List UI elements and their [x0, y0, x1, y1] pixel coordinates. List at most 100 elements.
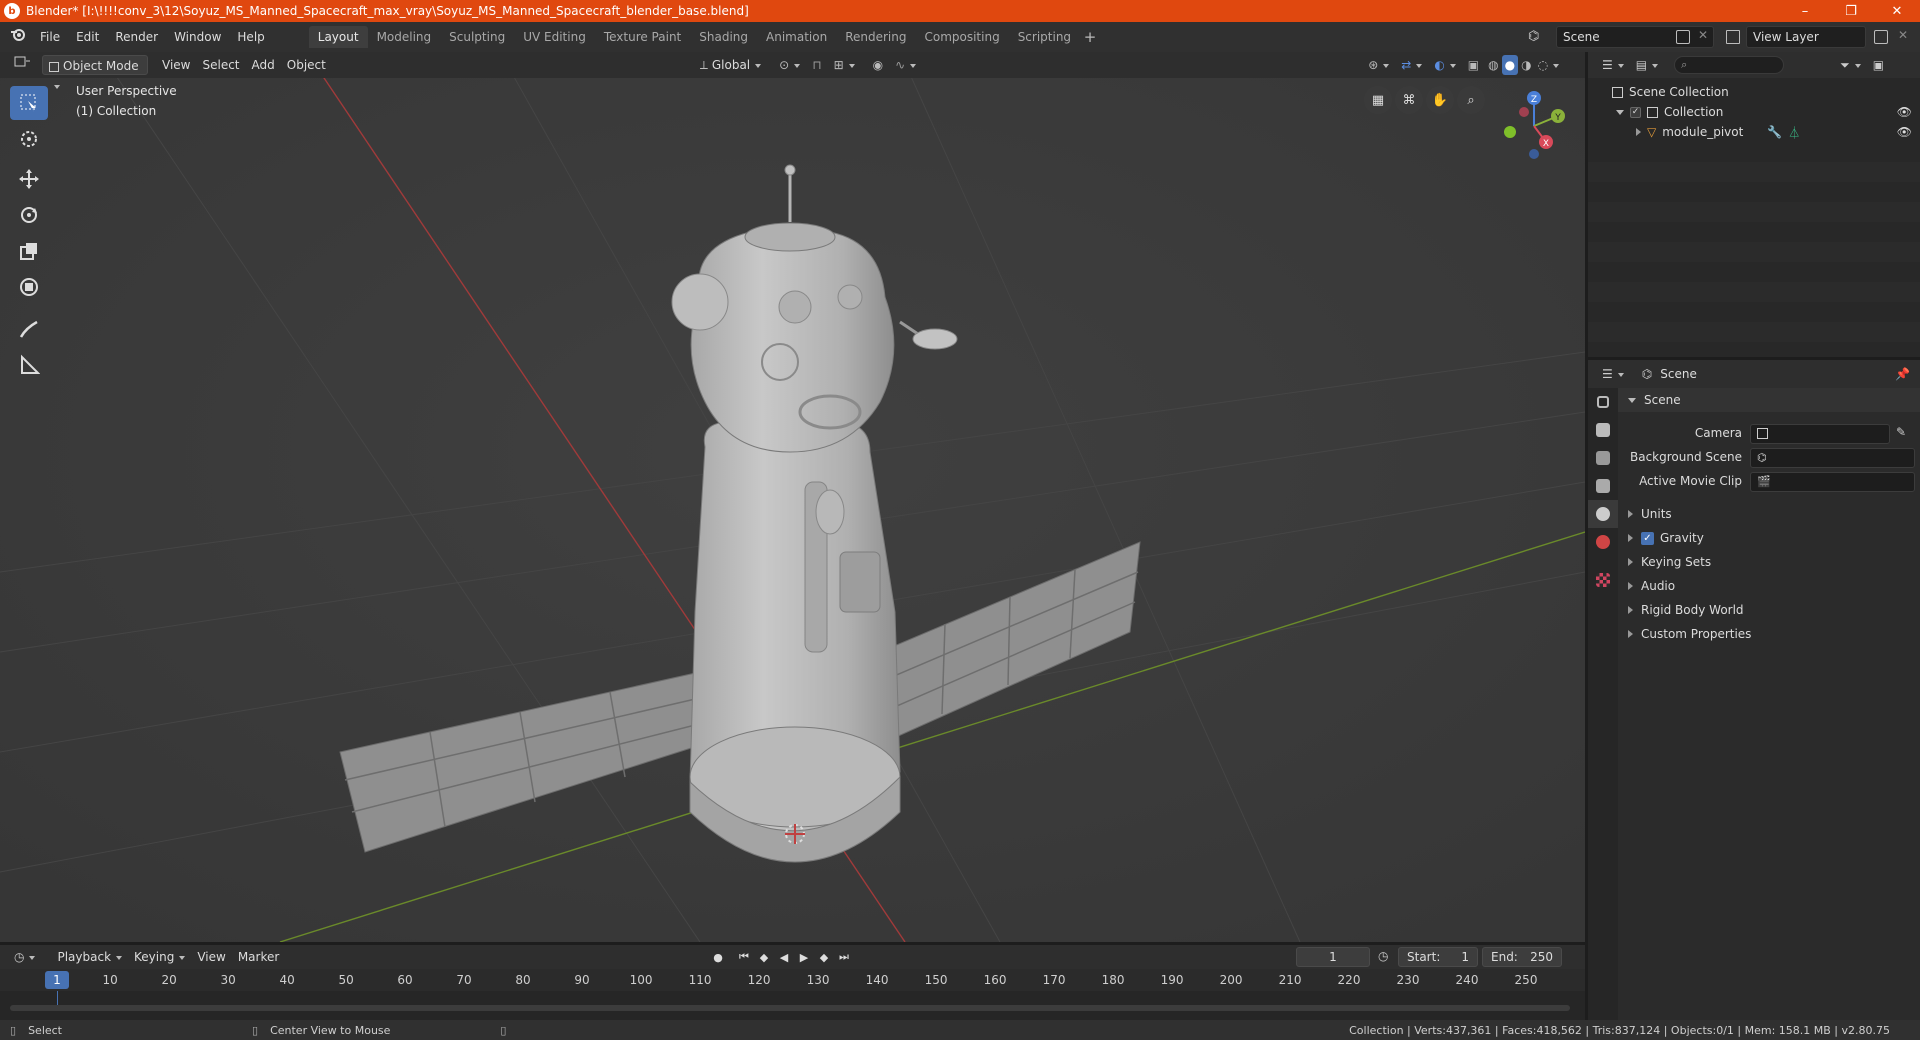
- outliner-row-scene-collection[interactable]: Scene Collection: [1588, 82, 1920, 102]
- orientation-dropdown[interactable]: ⟂ Global: [694, 55, 767, 75]
- menu-window[interactable]: Window: [166, 26, 229, 48]
- timeline-body[interactable]: [0, 991, 1585, 1020]
- tab-render[interactable]: [1588, 416, 1618, 444]
- pin-icon[interactable]: 📌: [1895, 367, 1910, 381]
- custom-properties-section[interactable]: Custom Properties: [1618, 622, 1920, 646]
- collection-visibility-icon[interactable]: 👁: [1897, 105, 1912, 119]
- transform-tool[interactable]: [10, 270, 48, 304]
- tab-compositing[interactable]: Compositing: [915, 26, 1008, 48]
- menu-render[interactable]: Render: [107, 26, 166, 48]
- frame-ruler[interactable]: 1 10 20 30 40 50 60 70 80 90 100 110 120 130 140 150 16…: [0, 969, 1585, 991]
- outliner-search-field[interactable]: ⌕: [1674, 56, 1785, 74]
- blender-menu-icon[interactable]: [0, 26, 32, 48]
- add-workspace-button[interactable]: +: [1080, 28, 1100, 46]
- menu-file[interactable]: File: [32, 26, 68, 48]
- annotate-tool[interactable]: [10, 312, 48, 346]
- object-data-icon[interactable]: ⏃: [1788, 124, 1800, 141]
- tab-texture[interactable]: [1588, 566, 1618, 594]
- snap-icon[interactable]: ⊓: [806, 55, 827, 75]
- snap-target-icon[interactable]: ⊞: [828, 55, 861, 75]
- 3d-viewport[interactable]: Object Mode View Select Add Object ⟂ Glob…: [0, 52, 1585, 942]
- rigid-body-world-section[interactable]: Rigid Body World: [1618, 598, 1920, 622]
- delete-scene-icon[interactable]: ✕: [1698, 28, 1708, 42]
- eyedropper-icon[interactable]: ✎: [1896, 425, 1906, 439]
- menu-add[interactable]: Add: [246, 55, 281, 75]
- scene-section-header[interactable]: Scene: [1618, 388, 1920, 412]
- collection-exclude-checkbox[interactable]: ✓: [1630, 106, 1641, 118]
- menu-help[interactable]: Help: [229, 26, 272, 48]
- tab-shading[interactable]: Shading: [690, 26, 757, 48]
- pivot-point-icon[interactable]: ⊙: [773, 55, 806, 75]
- tab-animation[interactable]: Animation: [757, 26, 836, 48]
- outliner-row-collection[interactable]: ✓ Collection 👁: [1588, 102, 1920, 122]
- expand-collection-icon[interactable]: [1616, 109, 1624, 115]
- menu-edit[interactable]: Edit: [68, 26, 107, 48]
- scale-tool[interactable]: [10, 234, 48, 268]
- preview-range-icon[interactable]: ◷: [1378, 949, 1388, 963]
- gravity-section[interactable]: ✓ Gravity: [1618, 526, 1920, 550]
- camera-field[interactable]: [1750, 424, 1890, 444]
- start-frame-field[interactable]: Start: 1: [1398, 947, 1478, 967]
- timeline-view-menu[interactable]: View: [191, 947, 231, 967]
- jump-end-button[interactable]: ⏭: [834, 947, 854, 967]
- toggle-perspective-icon[interactable]: ▦: [1364, 86, 1392, 114]
- tab-tool[interactable]: [1588, 388, 1618, 416]
- zoom-view-icon[interactable]: ⌕: [1457, 86, 1485, 114]
- background-scene-field[interactable]: ⌬: [1750, 448, 1915, 468]
- scene-name-field[interactable]: Scene: [1556, 26, 1714, 48]
- editor-type-icon[interactable]: [8, 55, 38, 75]
- tab-rendering[interactable]: Rendering: [836, 26, 915, 48]
- tab-output[interactable]: [1588, 444, 1618, 472]
- next-keyframe-button[interactable]: ◆: [814, 947, 834, 967]
- tab-world[interactable]: [1588, 528, 1618, 556]
- solid-shading-icon[interactable]: ●: [1501, 55, 1519, 75]
- timeline-scrollbar[interactable]: [10, 1005, 1570, 1011]
- maximize-button[interactable]: ❐: [1828, 0, 1874, 22]
- active-movie-clip-field[interactable]: 🎬: [1750, 472, 1915, 492]
- pan-view-icon[interactable]: ✋: [1426, 86, 1454, 114]
- gravity-checkbox[interactable]: ✓: [1641, 531, 1654, 545]
- current-frame-indicator[interactable]: 1: [45, 971, 69, 989]
- audio-section[interactable]: Audio: [1618, 574, 1920, 598]
- falloff-icon[interactable]: ∿: [889, 55, 922, 75]
- current-frame-field[interactable]: 1: [1296, 947, 1370, 967]
- material-shading-icon[interactable]: ◑: [1518, 55, 1534, 75]
- filter-icon[interactable]: ⏷: [1834, 55, 1867, 75]
- marker-menu[interactable]: Marker: [232, 947, 285, 967]
- overlay-toggle-icon[interactable]: ◐: [1428, 55, 1461, 75]
- close-button[interactable]: ✕: [1874, 0, 1920, 22]
- object-visibility-icon[interactable]: 👁: [1897, 125, 1912, 139]
- gizmo-toggle-icon[interactable]: ⇄: [1395, 55, 1428, 75]
- jump-start-button[interactable]: ⏮: [734, 947, 754, 967]
- tab-scene[interactable]: [1588, 500, 1618, 528]
- wireframe-shading-icon[interactable]: ◍: [1485, 55, 1501, 75]
- measure-tool[interactable]: [10, 348, 48, 382]
- rendered-shading-icon[interactable]: ◌: [1535, 55, 1562, 75]
- outliner-editor-type-icon[interactable]: ☰: [1596, 55, 1630, 75]
- modifier-icon[interactable]: 🔧: [1767, 125, 1782, 139]
- tab-view-layer[interactable]: [1588, 472, 1618, 500]
- play-reverse-button[interactable]: ◀: [774, 947, 794, 967]
- new-scene-icon[interactable]: [1676, 30, 1690, 44]
- minimize-button[interactable]: –: [1782, 0, 1828, 22]
- outliner-row-module-pivot[interactable]: ▽ module_pivot 🔧 ⏃ 👁: [1588, 122, 1920, 142]
- new-collection-icon[interactable]: ▣: [1867, 55, 1890, 75]
- cursor-tool[interactable]: [10, 122, 48, 156]
- prev-keyframe-button[interactable]: ◆: [754, 947, 774, 967]
- new-view-layer-icon[interactable]: [1874, 30, 1888, 44]
- keying-menu[interactable]: Keying: [128, 947, 191, 967]
- timeline-editor-type-icon[interactable]: ◷: [8, 947, 41, 967]
- scene-selector-icon[interactable]: ⌬: [1528, 29, 1539, 44]
- tab-uv-editing[interactable]: UV Editing: [514, 26, 595, 48]
- tab-texture-paint[interactable]: Texture Paint: [595, 26, 690, 48]
- units-section[interactable]: Units: [1618, 502, 1920, 526]
- tab-sculpting[interactable]: Sculpting: [440, 26, 514, 48]
- view-layer-field[interactable]: View Layer: [1746, 26, 1866, 48]
- tab-scripting[interactable]: Scripting: [1009, 26, 1080, 48]
- tab-layout[interactable]: Layout: [308, 26, 368, 48]
- xray-icon[interactable]: ▣: [1462, 55, 1485, 75]
- menu-select[interactable]: Select: [196, 55, 245, 75]
- end-frame-field[interactable]: End: 250: [1482, 947, 1562, 967]
- play-button[interactable]: ▶: [794, 947, 814, 967]
- playback-menu[interactable]: Playback: [51, 947, 128, 967]
